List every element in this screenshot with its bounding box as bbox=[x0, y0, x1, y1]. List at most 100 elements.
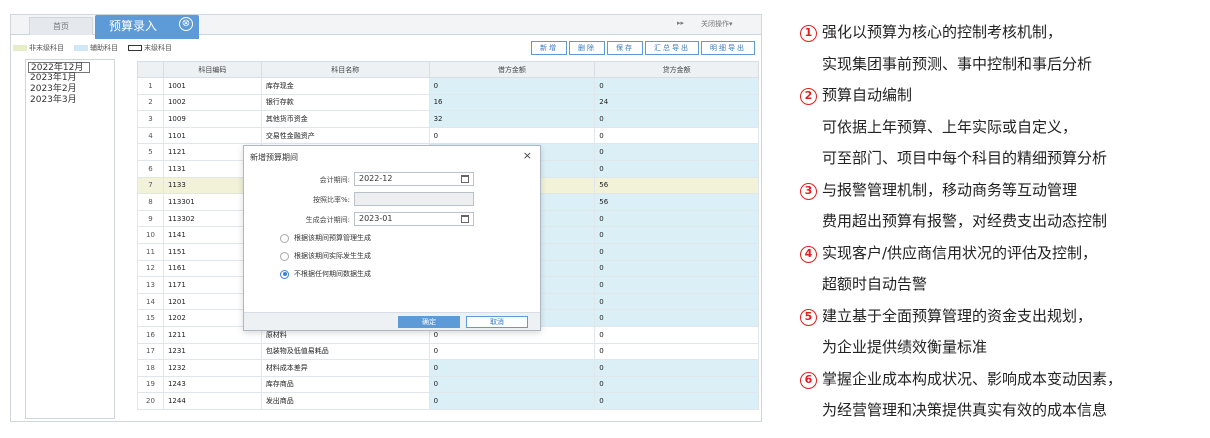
credit-amount-cell[interactable]: 0 bbox=[594, 209, 759, 228]
radio-label: 根据该期间预算管理生成 bbox=[294, 234, 371, 242]
feature-text: 实现客户/供应商信用状况的评估及控制， bbox=[822, 243, 1098, 262]
feature-text: 强化以预算为核心的控制考核机制， bbox=[822, 23, 1063, 41]
debit-amount-cell[interactable]: 16 bbox=[428, 93, 596, 112]
feature-item: 4 实现客户/供应商信用状况的评估及控制， 超额时自动告警 bbox=[800, 243, 1200, 306]
tab-close-icon[interactable]: ⊗ bbox=[179, 17, 193, 31]
row-number: 15 bbox=[137, 309, 164, 327]
calendar-icon[interactable] bbox=[461, 215, 469, 223]
tab-budget-entry-label: 预算录入 bbox=[109, 19, 158, 33]
legend-item: 辅助科目 bbox=[74, 43, 118, 53]
credit-amount-cell[interactable]: 0 bbox=[594, 309, 759, 327]
cancel-button[interactable]: 取消 bbox=[466, 316, 528, 328]
accounting-period-label: 会计期间: bbox=[319, 176, 350, 184]
credit-amount-cell[interactable]: 0 bbox=[594, 392, 759, 410]
feature-item: 3 与报警管理机制，移动商务等互动管理 费用超出预算有报警，对经费支出动态控制 bbox=[800, 180, 1200, 243]
credit-amount-cell[interactable]: 0 bbox=[594, 126, 759, 145]
accounting-period-field[interactable]: 2022-12 bbox=[354, 172, 474, 186]
table-row[interactable]: 4 1101 交易性金融资产 0 0 bbox=[137, 126, 759, 145]
row-number: 12 bbox=[137, 259, 164, 278]
credit-amount-cell[interactable]: 56 bbox=[594, 193, 759, 211]
account-code-cell: 1243 bbox=[162, 375, 262, 394]
radio-icon[interactable] bbox=[280, 233, 289, 243]
tab-budget-entry[interactable]: 预算录入 ⊗ bbox=[95, 15, 199, 39]
close-operations-menu[interactable]: 关闭操作▾ bbox=[701, 19, 733, 29]
debit-amount-cell[interactable]: 0 bbox=[428, 77, 596, 95]
feature-line: 3 与报警管理机制，移动商务等互动管理 bbox=[800, 180, 1200, 212]
account-name-cell: 银行存款 bbox=[260, 93, 430, 112]
account-code-cell: 1009 bbox=[162, 110, 262, 128]
credit-amount-cell[interactable]: 0 bbox=[594, 375, 759, 394]
credit-amount-cell[interactable]: 0 bbox=[594, 110, 759, 128]
tab-bar: 首页 预算录入 ⊗ ▸▸ 关闭操作▾ bbox=[11, 15, 761, 39]
tab-scroll-right-icon[interactable]: ▸▸ bbox=[677, 19, 684, 27]
save-button[interactable]: 保存 bbox=[607, 41, 643, 55]
table-row[interactable]: 19 1243 库存商品 0 0 bbox=[137, 375, 759, 394]
confirm-button[interactable]: 确定 bbox=[398, 316, 460, 328]
table-row[interactable]: 1 1001 库存现金 0 0 bbox=[137, 77, 759, 95]
number-badge: 1 bbox=[800, 25, 817, 42]
feature-line: 6 掌握企业成本构成状况、影响成本变动因素， bbox=[800, 369, 1200, 401]
credit-amount-cell[interactable]: 0 bbox=[594, 259, 759, 278]
credit-amount-cell[interactable]: 24 bbox=[594, 93, 759, 112]
table-row[interactable]: 18 1232 材料成本差异 0 0 bbox=[137, 359, 759, 377]
add-button[interactable]: 新增 bbox=[531, 41, 567, 55]
grid-header-cell: 科目名称 bbox=[260, 61, 430, 78]
detail-export-button[interactable]: 明细导出 bbox=[701, 41, 755, 55]
feature-line: 4 实现客户/供应商信用状况的评估及控制， bbox=[800, 243, 1200, 275]
credit-amount-cell[interactable]: 0 bbox=[594, 359, 759, 377]
delete-button[interactable]: 删除 bbox=[569, 41, 605, 55]
summary-export-button[interactable]: 汇总导出 bbox=[645, 41, 699, 55]
radio-option-none[interactable]: 不根据任何期间数据生成 bbox=[280, 268, 371, 280]
credit-amount-cell[interactable]: 0 bbox=[594, 325, 759, 344]
radio-icon[interactable] bbox=[280, 251, 289, 261]
credit-amount-cell[interactable]: 0 bbox=[594, 226, 759, 244]
period-item[interactable]: 2023年1月 bbox=[28, 73, 114, 84]
credit-amount-cell[interactable]: 0 bbox=[594, 342, 759, 361]
feature-line: 费用超出预算有报警，对经费支出动态控制 bbox=[800, 211, 1200, 243]
credit-amount-cell[interactable]: 56 bbox=[594, 176, 759, 195]
feature-text: 与报警管理机制，移动商务等互动管理 bbox=[822, 180, 1078, 199]
feature-line: 5 建立基于全面预算管理的资金支出规划， bbox=[800, 306, 1200, 338]
tab-home[interactable]: 首页 bbox=[29, 17, 93, 35]
table-row[interactable]: 17 1231 包装物及低值易耗品 0 0 bbox=[137, 342, 759, 361]
debit-amount-cell[interactable]: 0 bbox=[428, 375, 596, 394]
row-number: 3 bbox=[137, 110, 164, 128]
period-item[interactable]: 2023年2月 bbox=[28, 84, 114, 95]
table-row[interactable]: 2 1002 银行存款 16 24 bbox=[137, 93, 759, 112]
dialog-footer: 确定 取消 bbox=[244, 312, 540, 330]
feature-line: 为企业提供绩效衡量标准 bbox=[800, 337, 1200, 369]
dialog-close-icon[interactable]: × bbox=[523, 149, 532, 162]
table-row[interactable]: 3 1009 其他货币资金 32 0 bbox=[137, 110, 759, 128]
legend-label: 末级科目 bbox=[144, 44, 172, 52]
number-badge: 5 bbox=[800, 308, 817, 326]
debit-amount-cell[interactable]: 0 bbox=[428, 126, 596, 145]
grid-toolbar: 新增 删除 保存 汇总导出 明细导出 bbox=[531, 41, 755, 55]
generate-period-field[interactable]: 2023-01 bbox=[354, 212, 474, 226]
radio-option-actual[interactable]: 根据该期间实际发生生成 bbox=[280, 250, 371, 262]
feature-text: 预算自动编制 bbox=[822, 86, 913, 104]
credit-amount-cell[interactable]: 0 bbox=[594, 292, 759, 311]
period-item[interactable]: 2023年3月 bbox=[28, 95, 114, 106]
feature-text: 掌握企业成本构成状况、影响成本变动因素， bbox=[822, 369, 1123, 388]
feature-line: 可依据上年预算、上年实际或自定义， bbox=[800, 117, 1200, 149]
credit-amount-cell[interactable]: 0 bbox=[594, 276, 759, 294]
radio-option-budget[interactable]: 根据该期间预算管理生成 bbox=[280, 232, 371, 244]
debit-amount-cell[interactable]: 32 bbox=[428, 110, 596, 128]
calendar-icon[interactable] bbox=[461, 175, 469, 183]
period-item[interactable]: 2022年12月 bbox=[28, 62, 90, 73]
debit-amount-cell[interactable]: 0 bbox=[428, 359, 596, 377]
feature-line: 可至部门、项目中每个科目的精细预算分析 bbox=[800, 148, 1200, 180]
credit-amount-cell[interactable]: 0 bbox=[594, 77, 759, 95]
radio-selected-icon[interactable] bbox=[280, 269, 289, 279]
table-row[interactable]: 20 1244 发出商品 0 0 bbox=[137, 392, 759, 410]
ratio-field[interactable] bbox=[354, 192, 474, 206]
credit-amount-cell[interactable]: 0 bbox=[594, 242, 759, 261]
feature-text: 建立基于全面预算管理的资金支出规划， bbox=[822, 306, 1093, 325]
credit-amount-cell[interactable]: 0 bbox=[594, 159, 759, 178]
credit-amount-cell[interactable]: 0 bbox=[594, 143, 759, 161]
debit-amount-cell[interactable]: 0 bbox=[428, 392, 596, 410]
feature-line: 实现集团事前预测、事中控制和事后分析 bbox=[800, 54, 1200, 86]
legend-swatch bbox=[128, 45, 142, 51]
debit-amount-cell[interactable]: 0 bbox=[428, 342, 596, 361]
feature-item: 6 掌握企业成本构成状况、影响成本变动因素， 为经营管理和决策提供真实有效的成本信息 bbox=[800, 369, 1200, 432]
